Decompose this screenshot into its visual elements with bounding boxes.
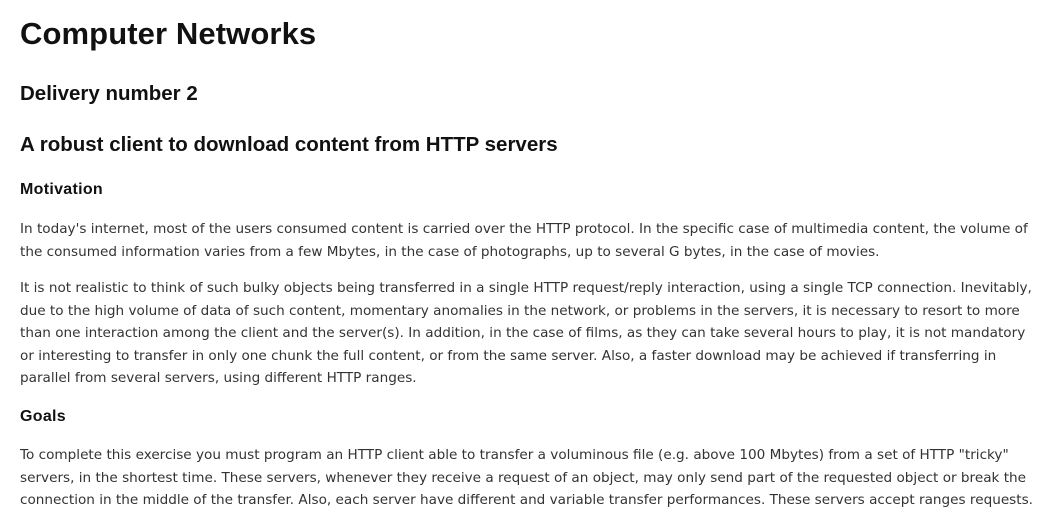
goals-heading: Goals (20, 408, 66, 425)
motivation-paragraph-1: In today's internet, most of the users c… (20, 221, 1028, 260)
motivation-heading: Motivation (20, 181, 103, 198)
assignment-title: A robust client to download content from… (20, 133, 558, 156)
document-page: Computer Networks Delivery number 2 A ro… (0, 0, 1058, 525)
page-title: Computer Networks (20, 16, 317, 51)
goals-paragraph-1: To complete this exercise you must progr… (20, 447, 1033, 509)
delivery-subtitle: Delivery number 2 (20, 82, 198, 105)
motivation-paragraph-2: It is not realistic to think of such bul… (20, 280, 1032, 387)
